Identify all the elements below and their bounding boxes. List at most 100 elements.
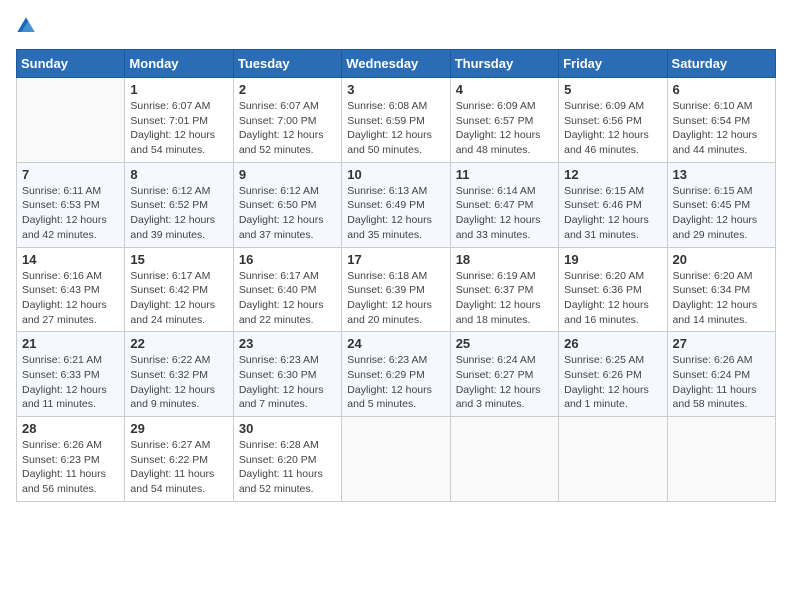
calendar-cell: 7Sunrise: 6:11 AM Sunset: 6:53 PM Daylig…: [17, 162, 125, 247]
calendar-header-row: SundayMondayTuesdayWednesdayThursdayFrid…: [17, 50, 776, 78]
day-info: Sunrise: 6:13 AM Sunset: 6:49 PM Dayligh…: [347, 184, 444, 243]
day-info: Sunrise: 6:09 AM Sunset: 6:56 PM Dayligh…: [564, 99, 661, 158]
calendar-cell: 16Sunrise: 6:17 AM Sunset: 6:40 PM Dayli…: [233, 247, 341, 332]
day-info: Sunrise: 6:11 AM Sunset: 6:53 PM Dayligh…: [22, 184, 119, 243]
day-number: 29: [130, 421, 227, 436]
day-info: Sunrise: 6:21 AM Sunset: 6:33 PM Dayligh…: [22, 353, 119, 412]
calendar-cell: [559, 417, 667, 502]
calendar-cell: 24Sunrise: 6:23 AM Sunset: 6:29 PM Dayli…: [342, 332, 450, 417]
day-info: Sunrise: 6:23 AM Sunset: 6:30 PM Dayligh…: [239, 353, 336, 412]
day-number: 22: [130, 336, 227, 351]
column-header-tuesday: Tuesday: [233, 50, 341, 78]
day-info: Sunrise: 6:26 AM Sunset: 6:24 PM Dayligh…: [673, 353, 770, 412]
day-info: Sunrise: 6:09 AM Sunset: 6:57 PM Dayligh…: [456, 99, 553, 158]
calendar-cell: 20Sunrise: 6:20 AM Sunset: 6:34 PM Dayli…: [667, 247, 775, 332]
calendar-cell: 8 Sunrise: 6:12 AM Sunset: 6:52 PM Daylig…: [125, 162, 233, 247]
calendar-cell: 28 Sunrise: 6:26 AM Sunset: 6:23 PM Dayli…: [17, 417, 125, 502]
calendar-cell: 12 Sunrise: 6:15 AM Sunset: 6:46 PM Dayli…: [559, 162, 667, 247]
calendar-cell: 27 Sunrise: 6:26 AM Sunset: 6:24 PM Dayli…: [667, 332, 775, 417]
calendar-cell: 25 Sunrise: 6:24 AM Sunset: 6:27 PM Dayli…: [450, 332, 558, 417]
calendar-cell: 2Sunrise: 6:07 AM Sunset: 7:00 PM Daylig…: [233, 78, 341, 163]
day-info: Sunrise: 6:26 AM Sunset: 6:23 PM Dayligh…: [22, 438, 119, 497]
logo-icon: [16, 16, 36, 36]
calendar-cell: 29 Sunrise: 6:27 AM Sunset: 6:22 PM Dayli…: [125, 417, 233, 502]
calendar-cell: 17 Sunrise: 6:18 AM Sunset: 6:39 PM Dayli…: [342, 247, 450, 332]
calendar-cell: 10 Sunrise: 6:13 AM Sunset: 6:49 PM Dayli…: [342, 162, 450, 247]
day-number: 17: [347, 252, 444, 267]
day-number: 15: [130, 252, 227, 267]
calendar-cell: 11 Sunrise: 6:14 AM Sunset: 6:47 PM Dayli…: [450, 162, 558, 247]
day-number: 8: [130, 167, 227, 182]
column-header-monday: Monday: [125, 50, 233, 78]
day-info: Sunrise: 6:07 AM Sunset: 7:01 PM Dayligh…: [130, 99, 227, 158]
day-info: Sunrise: 6:17 AM Sunset: 6:42 PM Dayligh…: [130, 269, 227, 328]
day-number: 3: [347, 82, 444, 97]
calendar-cell: 23 Sunrise: 6:23 AM Sunset: 6:30 PM Dayli…: [233, 332, 341, 417]
day-number: 21: [22, 336, 119, 351]
calendar-week-row: 21 Sunrise: 6:21 AM Sunset: 6:33 PM Dayli…: [17, 332, 776, 417]
logo: [16, 16, 40, 41]
day-info: Sunrise: 6:08 AM Sunset: 6:59 PM Dayligh…: [347, 99, 444, 158]
day-info: Sunrise: 6:25 AM Sunset: 6:26 PM Dayligh…: [564, 353, 661, 412]
day-number: 19: [564, 252, 661, 267]
day-info: Sunrise: 6:15 AM Sunset: 6:46 PM Dayligh…: [564, 184, 661, 243]
day-info: Sunrise: 6:28 AM Sunset: 6:20 PM Dayligh…: [239, 438, 336, 497]
calendar-cell: 9Sunrise: 6:12 AM Sunset: 6:50 PM Daylig…: [233, 162, 341, 247]
calendar-week-row: 7Sunrise: 6:11 AM Sunset: 6:53 PM Daylig…: [17, 162, 776, 247]
day-number: 25: [456, 336, 553, 351]
day-info: Sunrise: 6:18 AM Sunset: 6:39 PM Dayligh…: [347, 269, 444, 328]
day-number: 10: [347, 167, 444, 182]
day-number: 12: [564, 167, 661, 182]
calendar-cell: 6 Sunrise: 6:10 AM Sunset: 6:54 PM Daylig…: [667, 78, 775, 163]
day-info: Sunrise: 6:12 AM Sunset: 6:50 PM Dayligh…: [239, 184, 336, 243]
calendar-cell: 5 Sunrise: 6:09 AM Sunset: 6:56 PM Daylig…: [559, 78, 667, 163]
day-number: 23: [239, 336, 336, 351]
day-number: 5: [564, 82, 661, 97]
day-info: Sunrise: 6:16 AM Sunset: 6:43 PM Dayligh…: [22, 269, 119, 328]
day-number: 26: [564, 336, 661, 351]
calendar-cell: 30Sunrise: 6:28 AM Sunset: 6:20 PM Dayli…: [233, 417, 341, 502]
calendar-week-row: 28 Sunrise: 6:26 AM Sunset: 6:23 PM Dayli…: [17, 417, 776, 502]
calendar-cell: [667, 417, 775, 502]
calendar-cell: 1 Sunrise: 6:07 AM Sunset: 7:01 PM Daylig…: [125, 78, 233, 163]
calendar-cell: 13 Sunrise: 6:15 AM Sunset: 6:45 PM Dayli…: [667, 162, 775, 247]
day-number: 28: [22, 421, 119, 436]
day-info: Sunrise: 6:19 AM Sunset: 6:37 PM Dayligh…: [456, 269, 553, 328]
day-info: Sunrise: 6:27 AM Sunset: 6:22 PM Dayligh…: [130, 438, 227, 497]
column-header-sunday: Sunday: [17, 50, 125, 78]
day-number: 16: [239, 252, 336, 267]
day-info: Sunrise: 6:14 AM Sunset: 6:47 PM Dayligh…: [456, 184, 553, 243]
day-info: Sunrise: 6:24 AM Sunset: 6:27 PM Dayligh…: [456, 353, 553, 412]
day-info: Sunrise: 6:15 AM Sunset: 6:45 PM Dayligh…: [673, 184, 770, 243]
calendar-cell: [17, 78, 125, 163]
calendar-cell: 22Sunrise: 6:22 AM Sunset: 6:32 PM Dayli…: [125, 332, 233, 417]
day-info: Sunrise: 6:07 AM Sunset: 7:00 PM Dayligh…: [239, 99, 336, 158]
calendar-cell: 19 Sunrise: 6:20 AM Sunset: 6:36 PM Dayli…: [559, 247, 667, 332]
day-number: 11: [456, 167, 553, 182]
calendar-cell: 21 Sunrise: 6:21 AM Sunset: 6:33 PM Dayli…: [17, 332, 125, 417]
calendar-cell: 18Sunrise: 6:19 AM Sunset: 6:37 PM Dayli…: [450, 247, 558, 332]
calendar-cell: [450, 417, 558, 502]
day-info: Sunrise: 6:23 AM Sunset: 6:29 PM Dayligh…: [347, 353, 444, 412]
day-number: 20: [673, 252, 770, 267]
day-number: 6: [673, 82, 770, 97]
day-info: Sunrise: 6:12 AM Sunset: 6:52 PM Dayligh…: [130, 184, 227, 243]
column-header-thursday: Thursday: [450, 50, 558, 78]
calendar-cell: 14 Sunrise: 6:16 AM Sunset: 6:43 PM Dayli…: [17, 247, 125, 332]
column-header-friday: Friday: [559, 50, 667, 78]
day-number: 13: [673, 167, 770, 182]
calendar-week-row: 14 Sunrise: 6:16 AM Sunset: 6:43 PM Dayli…: [17, 247, 776, 332]
calendar-cell: 3 Sunrise: 6:08 AM Sunset: 6:59 PM Daylig…: [342, 78, 450, 163]
calendar-cell: [342, 417, 450, 502]
calendar-week-row: 1 Sunrise: 6:07 AM Sunset: 7:01 PM Daylig…: [17, 78, 776, 163]
day-number: 4: [456, 82, 553, 97]
day-number: 1: [130, 82, 227, 97]
page-header: [16, 16, 776, 41]
column-header-saturday: Saturday: [667, 50, 775, 78]
calendar-cell: 4 Sunrise: 6:09 AM Sunset: 6:57 PM Daylig…: [450, 78, 558, 163]
day-info: Sunrise: 6:20 AM Sunset: 6:36 PM Dayligh…: [564, 269, 661, 328]
day-number: 14: [22, 252, 119, 267]
day-info: Sunrise: 6:10 AM Sunset: 6:54 PM Dayligh…: [673, 99, 770, 158]
calendar-table: SundayMondayTuesdayWednesdayThursdayFrid…: [16, 49, 776, 502]
day-number: 27: [673, 336, 770, 351]
